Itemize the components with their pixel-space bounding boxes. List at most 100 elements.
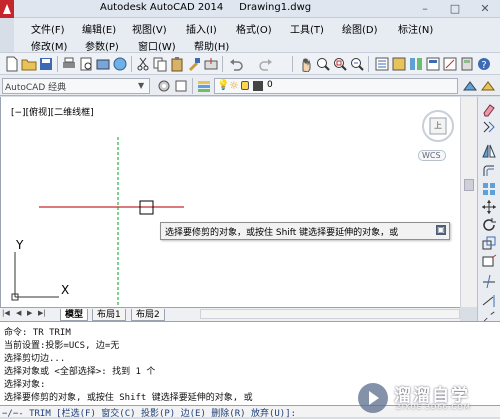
menu-modify[interactable]: 修改(M)	[31, 38, 67, 53]
vertical-scrollbar[interactable]	[460, 97, 477, 307]
watermark-play-logo-icon	[358, 383, 388, 413]
toolbar-separator	[292, 56, 293, 72]
design-center-panel-icon[interactable]	[391, 56, 407, 72]
minimize-button[interactable]: –	[410, 0, 440, 18]
maximize-button[interactable]: □	[440, 0, 470, 18]
workspace-dropdown[interactable]: AutoCAD 经典 ▼	[2, 78, 150, 94]
menu-bar: 文件(F) 编辑(E) 视图(V) 插入(I) 格式(O) 工具(T) 绘图(D…	[0, 18, 500, 53]
design-center-icon[interactable]	[112, 56, 128, 72]
menu-window[interactable]: 窗口(W)	[138, 38, 176, 53]
zoom-window-icon[interactable]	[332, 56, 348, 72]
drawing-geometry	[11, 137, 184, 307]
save-icon[interactable]	[38, 56, 54, 72]
watermark: 溜溜自学 ZIXUE.3D66.COM	[352, 379, 500, 417]
chevron-down-icon: ▼	[138, 81, 145, 90]
tab-layout2[interactable]: 布局2	[131, 309, 165, 321]
calculator-icon[interactable]	[459, 56, 475, 72]
toolbar-separator	[192, 78, 193, 94]
layer-value: 0	[267, 80, 273, 90]
help-icon[interactable]: ?	[476, 56, 492, 72]
layer-unlock-icon	[241, 81, 249, 90]
make-current-layer-icon[interactable]	[462, 78, 478, 94]
layer-properties-icon[interactable]	[196, 78, 212, 94]
previous-tab-icon[interactable]: ◀	[16, 309, 21, 317]
zoom-realtime-icon[interactable]	[315, 56, 331, 72]
command-line: 当前设置:投影=UCS, 边=无	[4, 341, 120, 351]
watermark-url: ZIXUE.3D66.COM	[396, 403, 471, 411]
tab-layout1[interactable]: 布局1	[92, 309, 126, 321]
tool-palettes-icon[interactable]	[408, 56, 424, 72]
sheet-set-icon[interactable]	[425, 56, 441, 72]
stretch-icon[interactable]	[481, 253, 497, 269]
workspace-layers-toolbar: AutoCAD 经典 ▼ 💡 ☼ 0	[0, 74, 500, 96]
markup-icon[interactable]	[442, 56, 458, 72]
properties-icon[interactable]	[374, 56, 390, 72]
command-line: 选择对象或 <全部选择>: 找到 1 个	[4, 367, 156, 377]
move-icon[interactable]	[481, 199, 497, 215]
first-tab-icon[interactable]: |◀	[2, 309, 10, 317]
layer-color-swatch-icon	[253, 81, 263, 91]
scale-icon[interactable]	[481, 235, 497, 251]
menu-dimension[interactable]: 标注(N)	[398, 21, 433, 36]
horizontal-scrollbar[interactable]	[200, 309, 460, 319]
tab-model[interactable]: 模型	[60, 309, 89, 321]
layer-dropdown[interactable]: 💡 ☼ 0	[214, 78, 458, 94]
ucs-y-label: Y	[16, 238, 24, 252]
menu-view[interactable]: 视图(V)	[132, 21, 167, 36]
last-tab-icon[interactable]: ▶|	[38, 309, 46, 317]
menu-file[interactable]: 文件(F)	[31, 21, 65, 36]
layer-previous-icon[interactable]	[480, 78, 496, 94]
extend-icon[interactable]	[481, 293, 497, 309]
undo-icon[interactable]	[228, 56, 254, 72]
block-editor-icon[interactable]	[203, 56, 219, 72]
print-icon[interactable]	[61, 56, 77, 72]
pan-hand-icon[interactable]	[298, 56, 314, 72]
svg-text:?: ?	[481, 60, 486, 71]
menu-draw[interactable]: 绘图(D)	[342, 21, 378, 36]
tooltip-text: 选择要修剪的对象，或按住 Shift 键选择要延伸的对象，或	[165, 228, 399, 238]
offset-icon[interactable]	[481, 163, 497, 179]
open-folder-icon[interactable]	[21, 56, 37, 72]
redo-icon[interactable]	[258, 56, 284, 72]
viewcube[interactable]: 上	[419, 107, 457, 145]
wcs-label: WCS	[422, 151, 441, 160]
drawing-canvas[interactable]: [−][俯视][二维线框] Y X 上 WCS	[0, 97, 477, 307]
match-properties-icon[interactable]	[186, 56, 202, 72]
copy-object-icon[interactable]	[481, 119, 497, 135]
menu-edit[interactable]: 编辑(E)	[82, 21, 116, 36]
wcs-menu[interactable]: WCS	[418, 150, 446, 161]
print-preview-icon[interactable]	[78, 56, 94, 72]
window-title: Autodesk AutoCAD 2014 Drawing1.dwg	[100, 2, 312, 13]
viewcube-top-label: 上	[434, 121, 442, 130]
autocad-logo-icon[interactable]	[0, 0, 14, 18]
mirror-icon[interactable]	[481, 143, 497, 159]
title-bar: Autodesk AutoCAD 2014 Drawing1.dwg – □ ✕	[0, 0, 500, 18]
paste-icon[interactable]	[169, 56, 185, 72]
workspace-customize-icon[interactable]	[173, 78, 189, 94]
tooltip-expand-icon[interactable]: ▣	[436, 225, 446, 235]
array-icon[interactable]	[481, 181, 497, 197]
rotate-icon[interactable]	[481, 217, 497, 233]
command-prompt: −/−- TRIM [栏选(F) 窗交(C) 投影(P) 边(E) 删除(R) …	[2, 409, 297, 419]
zoom-previous-icon[interactable]	[349, 56, 365, 72]
cut-icon[interactable]	[135, 56, 151, 72]
menu-format[interactable]: 格式(O)	[236, 21, 272, 36]
menu-parametric[interactable]: 参数(P)	[85, 38, 119, 53]
copy-icon[interactable]	[152, 56, 168, 72]
publish-icon[interactable]	[95, 56, 111, 72]
close-button[interactable]: ✕	[470, 0, 500, 18]
erase-icon[interactable]	[481, 101, 497, 117]
next-tab-icon[interactable]: ▶	[27, 309, 32, 317]
menu-grip	[0, 18, 14, 52]
trim-icon[interactable]	[481, 273, 497, 289]
modify-toolbar	[477, 97, 500, 327]
menu-insert[interactable]: 插入(I)	[186, 21, 217, 36]
command-line: 选择剪切边...	[4, 354, 66, 364]
workspace-settings-icon[interactable]	[156, 78, 172, 94]
menu-tools[interactable]: 工具(T)	[290, 21, 324, 36]
toolbar-separator	[131, 56, 132, 72]
menu-help[interactable]: 帮助(H)	[194, 38, 229, 53]
vertical-scroll-thumb[interactable]	[464, 179, 474, 191]
ucs-x-label: X	[61, 283, 70, 297]
new-file-icon[interactable]	[4, 56, 20, 72]
